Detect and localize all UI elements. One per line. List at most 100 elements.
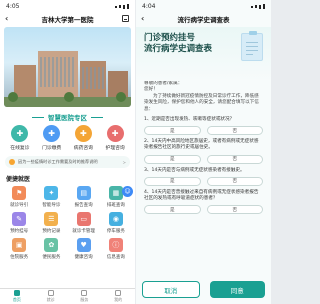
tab-icon (115, 290, 122, 296)
agree-button[interactable]: 同意 (209, 281, 265, 298)
answer-yes-option[interactable]: 是 (144, 205, 201, 215)
status-time: 4:04 (142, 3, 156, 10)
question-list: 1、近期是否出现发热、咳嗽等症状或状况？是否 2、14天内中高风险地区旅居史，或者… (136, 117, 271, 215)
status-bar: 4:05 (0, 0, 135, 11)
nurse-icon: ✚ (106, 125, 124, 142)
answer-options: 是否 (144, 205, 263, 215)
scan-icon[interactable] (122, 15, 129, 22)
service-item[interactable]: ✦ 智能导诊 (35, 186, 67, 208)
answer-options: 是否 (144, 176, 263, 186)
quick-action-item[interactable]: ✚ 病药咨询 (69, 125, 97, 151)
answer-options: 是否 (144, 154, 263, 164)
service-label: 住院服务 (10, 255, 29, 260)
tab-item[interactable]: 首页 (13, 290, 21, 303)
intro-text: 为了持续做好新冠疫情防控及日常诊疗工作，降低感染发生风险，保护您和他人的安全，请… (144, 93, 259, 112)
tab-bar: 首页 就诊 服务 我的 (0, 288, 135, 304)
service-label: 信息查询 (106, 255, 125, 260)
quick-action-label: 护理咨询 (105, 146, 125, 151)
tab-label: 服务 (80, 297, 89, 302)
status-time: 4:05 (6, 3, 20, 10)
service-label: 排班查询 (106, 203, 125, 208)
page-title: 吉林大学第一医院 (41, 16, 94, 24)
tab-label: 我的 (114, 297, 123, 302)
service-item[interactable]: ▤ 报告查询 (68, 186, 100, 208)
calendar-icon: ▦ (108, 186, 123, 200)
service-label: 智能导诊 (42, 203, 61, 208)
service-item[interactable]: ⚑ 就诊导引 (3, 186, 35, 208)
service-item[interactable]: ▭ 就诊卡管理 (68, 212, 100, 234)
nav-bar: ‹ 流行病学史调查表 (136, 11, 271, 27)
service-label: 便民服务 (42, 255, 61, 260)
tab-item[interactable]: 就诊 (47, 290, 55, 303)
answer-no-option[interactable]: 否 (206, 176, 263, 186)
feature-section-title: 智慧医院专区 (0, 112, 135, 122)
quick-action-item[interactable]: ✚ 门诊缴费 (38, 125, 66, 151)
chat-icon: ✚ (11, 125, 29, 142)
customer-service-icon[interactable]: ☺ (122, 186, 133, 197)
service-item[interactable]: ◉ 停车服务 (100, 212, 132, 234)
services-title: 便捷就医 (6, 176, 31, 183)
answer-yes-option[interactable]: 是 (144, 176, 201, 186)
tab-label: 就诊 (46, 297, 55, 302)
back-icon[interactable]: ‹ (141, 14, 144, 23)
service-item[interactable]: ♥ 健康咨询 (68, 238, 100, 260)
robot-icon: ✦ (44, 186, 59, 200)
questionnaire-screen: 4:04 ‹ 流行病学史调查表 门诊预约挂号 流行病学史调查表 尊敬的患者/家属… (136, 0, 271, 304)
cancel-button[interactable]: 取消 (142, 281, 200, 298)
answer-yes-option[interactable]: 是 (144, 126, 201, 136)
services-grid: ⚑ 就诊导引 ✦ 智能导诊 ▤ 报告查询 ▦ 排班查询 ✎ 预约挂号 ☰ 预约记录 ▭ 就诊卡管理 ◉ 停车服… (0, 186, 135, 260)
pill-icon: ✚ (74, 125, 92, 142)
service-label: 预约记录 (42, 229, 61, 234)
tree (116, 92, 126, 102)
answer-yes-option[interactable]: 是 (144, 154, 201, 164)
service-label: 报告查询 (74, 203, 93, 208)
screenshot-root: 4:05 ‹ 吉林大学第一医院 智慧医院专区 ✚ 在线复诊 ✚ 门诊缴费 ✚ 病药咨询 ✚ 护… (0, 0, 271, 304)
answer-options: 是否 (144, 126, 263, 136)
service-item[interactable]: ✿ 便民服务 (35, 238, 67, 260)
quick-action-label: 病药咨询 (73, 146, 93, 151)
feature-title-text: 智慧医院专区 (48, 114, 87, 122)
divider (91, 116, 103, 118)
hospital-banner (4, 27, 131, 107)
page-title: 流行病学史调查表 (177, 16, 230, 24)
answer-no-option[interactable]: 否 (206, 205, 263, 215)
question-text: 1、近期是否出现发热、咳嗽等症状或状况？ (144, 117, 235, 123)
service-label: 健康咨询 (74, 255, 93, 260)
tab-item[interactable]: 我的 (114, 290, 122, 303)
quick-action-item[interactable]: ✚ 护理咨询 (101, 125, 129, 151)
questionnaire-header: 门诊预约挂号 流行病学史调查表 (136, 27, 271, 81)
clipboard-icon (241, 31, 263, 61)
tab-icon (81, 290, 88, 296)
quick-action-item[interactable]: ✚ 在线复诊 (6, 125, 34, 151)
tab-label: 首页 (12, 297, 21, 302)
back-icon[interactable]: ‹ (5, 14, 8, 23)
service-item[interactable]: ✎ 预约挂号 (3, 212, 35, 234)
divider (32, 116, 44, 118)
service-item[interactable]: ⓘ 信息查询 (100, 238, 132, 260)
question-item: 2、14天内中高风险地区旅居史，或者有病例或无症状感染者报告社区的旅行史或居住史… (136, 139, 271, 164)
question-item: 1、近期是否出现发热、咳嗽等症状或状况？ 是否 (136, 117, 271, 136)
tree (8, 92, 18, 102)
signal-icon (115, 4, 129, 9)
tab-icon (47, 290, 54, 296)
record-icon: ☰ (44, 212, 59, 226)
question-item: 3、14天内是否与病例或无症状感染者有接触史。是否 (136, 168, 271, 186)
question-item: 4、14天内是否曾接触过来自有病例或无症状感染者报告社区的发热或有呼吸道症状的患… (136, 190, 271, 215)
service-item[interactable]: ☰ 预约记录 (35, 212, 67, 234)
quick-action-label: 在线复诊 (10, 146, 30, 151)
tab-item[interactable]: 服务 (80, 290, 88, 303)
id-card-icon: ▭ (76, 212, 91, 226)
signal-icon (251, 4, 265, 9)
notice-more[interactable]: > (122, 160, 126, 165)
service-icon: ✿ (44, 238, 59, 252)
service-label: 就诊卡管理 (72, 229, 95, 234)
service-item[interactable]: ▣ 住院服务 (3, 238, 35, 260)
quick-actions: ✚ 在线复诊 ✚ 门诊缴费 ✚ 病药咨询 ✚ 护理咨询 (0, 122, 135, 151)
answer-no-option[interactable]: 否 (206, 126, 263, 136)
nav-bar: ‹ 吉林大学第一医院 (0, 11, 135, 27)
answer-no-option[interactable]: 否 (206, 154, 263, 164)
notice-text: 因为一些疫情时诊工作需要及时的推荐说明 (18, 159, 98, 164)
windows (82, 67, 104, 89)
service-label: 停车服务 (106, 229, 125, 234)
notice-bar[interactable]: 因为一些疫情时诊工作需要及时的推荐说明 > (5, 156, 130, 168)
